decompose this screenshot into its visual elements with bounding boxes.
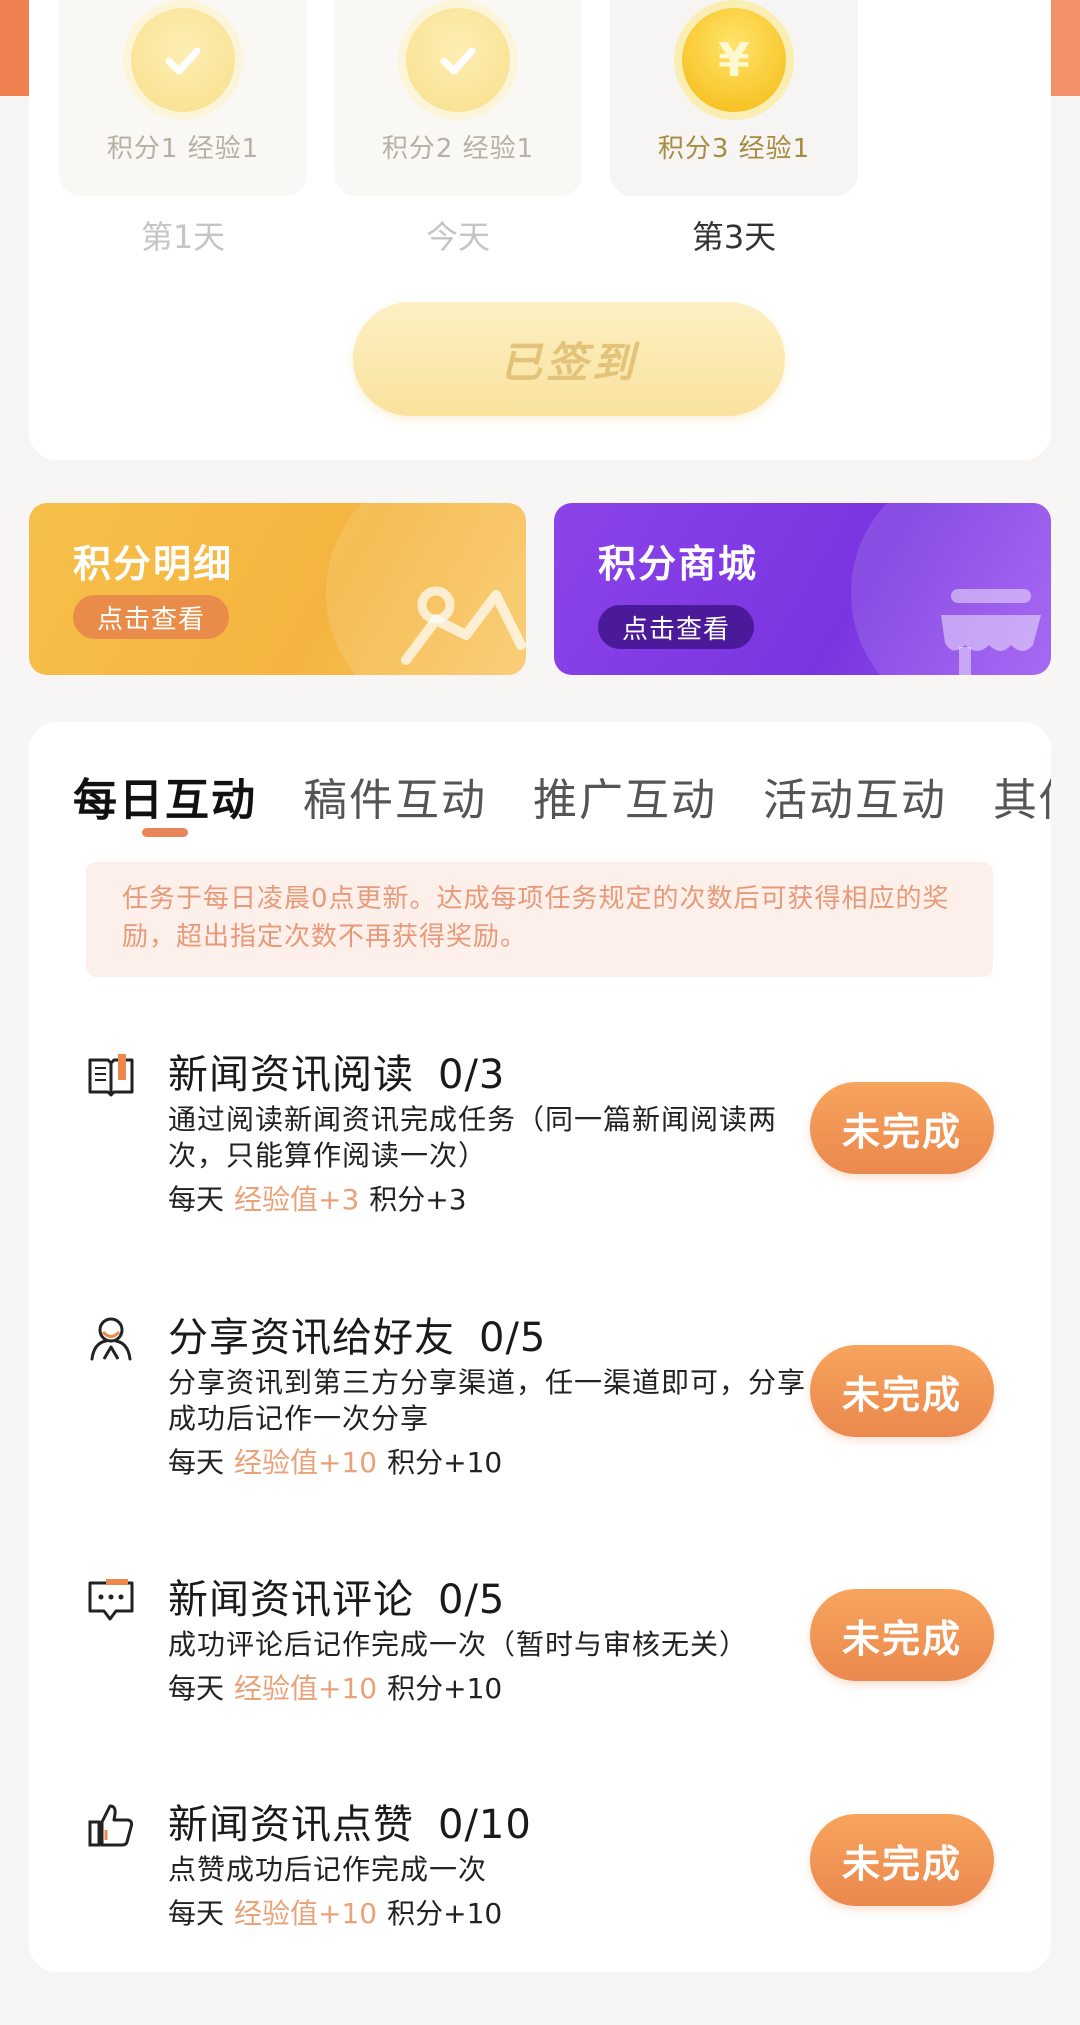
task-progress: 0/3 xyxy=(438,1052,506,1098)
points-mall-title: 积分商城 xyxy=(598,542,759,586)
yen-coin-icon: ¥ xyxy=(682,8,786,112)
task-progress: 0/5 xyxy=(438,1577,506,1623)
task-description: 点赞成功后记作完成一次 xyxy=(168,1853,488,1886)
signed-in-button[interactable]: 已签到 xyxy=(353,302,785,416)
chart-line-icon xyxy=(401,586,526,665)
task-title: 分享资讯给好友 0/5 xyxy=(168,1315,547,1361)
points-detail-title: 积分明细 xyxy=(73,542,234,586)
tab-article[interactable]: 稿件互动 xyxy=(303,764,487,828)
task-progress: 0/5 xyxy=(479,1315,547,1361)
task-status-button[interactable]: 未完成 xyxy=(810,1814,994,1906)
task-reward: 每天 经验值+10 积分+10 xyxy=(168,1672,503,1705)
points-detail-card[interactable]: 积分明细 点击查看 xyxy=(29,503,526,675)
day-reward: 积分2 经验1 xyxy=(381,134,535,164)
tab-other[interactable]: 其他 xyxy=(993,764,1051,828)
book-icon xyxy=(88,1054,134,1097)
tab-promotion[interactable]: 推广互动 xyxy=(533,764,717,828)
day-label: 今天 xyxy=(425,218,490,256)
task-description: 分享资讯到第三方分享渠道，任一渠道即可，分享成功后记作一次分享 xyxy=(168,1366,807,1435)
shop-icon xyxy=(941,589,1041,675)
task-notice: 任务于每日凌晨0点更新。达成每项任务规定的次数后可获得相应的奖励，超出指定次数不… xyxy=(86,862,993,977)
signin-day-1: 积分1 经验1 xyxy=(59,0,307,196)
signin-day-3: ¥ 积分3 经验1 xyxy=(610,0,858,196)
task-status-button[interactable]: 未完成 xyxy=(810,1082,994,1174)
task-title: 新闻资讯评论 0/5 xyxy=(168,1577,506,1623)
users-icon xyxy=(90,1317,132,1361)
comment-icon xyxy=(88,1579,134,1621)
thumbs-up-icon xyxy=(88,1804,134,1847)
task-status-button[interactable]: 未完成 xyxy=(810,1589,994,1681)
day-label: 第1天 xyxy=(140,218,226,256)
tab-daily[interactable]: 每日互动 xyxy=(73,764,257,828)
day-reward: 积分1 经验1 xyxy=(106,134,260,164)
points-mall-view-button[interactable]: 点击查看 xyxy=(598,605,755,649)
yen-symbol: ¥ xyxy=(717,33,750,87)
active-tab-indicator xyxy=(142,828,188,837)
check-coin-icon xyxy=(406,8,510,112)
day-label: 第3天 xyxy=(691,218,777,256)
points-detail-view-button[interactable]: 点击查看 xyxy=(73,595,230,639)
task-description: 通过阅读新闻资讯完成任务（同一篇新闻阅读两次，只能算作阅读一次） xyxy=(168,1103,778,1172)
task-status-button[interactable]: 未完成 xyxy=(810,1345,994,1437)
signin-card: 积分1 经验1 积分2 经验1 ¥ 积分3 经验1 第1天 今天 第3天 已签到 xyxy=(29,0,1051,460)
tab-activity[interactable]: 活动互动 xyxy=(763,764,947,828)
tasks-card: 每日互动稿件互动推广互动活动互动其他 任务于每日凌晨0点更新。达成每项任务规定的… xyxy=(29,722,1051,1972)
day-reward: 积分3 经验1 xyxy=(657,134,811,164)
task-reward: 每天 经验值+10 积分+10 xyxy=(168,1897,503,1930)
task-reward: 每天 经验值+3 积分+3 xyxy=(168,1183,467,1216)
task-reward: 每天 经验值+10 积分+10 xyxy=(168,1446,503,1479)
task-progress: 0/10 xyxy=(438,1802,532,1848)
task-tabs: 每日互动稿件互动推广互动活动互动其他 xyxy=(73,764,1051,828)
task-title: 新闻资讯阅读 0/3 xyxy=(168,1052,506,1098)
check-coin-icon xyxy=(131,8,235,112)
signin-day-2: 积分2 经验1 xyxy=(334,0,582,196)
points-mall-card[interactable]: 积分商城 点击查看 xyxy=(554,503,1051,675)
task-title: 新闻资讯点赞 0/10 xyxy=(168,1802,532,1848)
task-description: 成功评论后记作完成一次（暂时与审核无关） xyxy=(168,1628,749,1661)
